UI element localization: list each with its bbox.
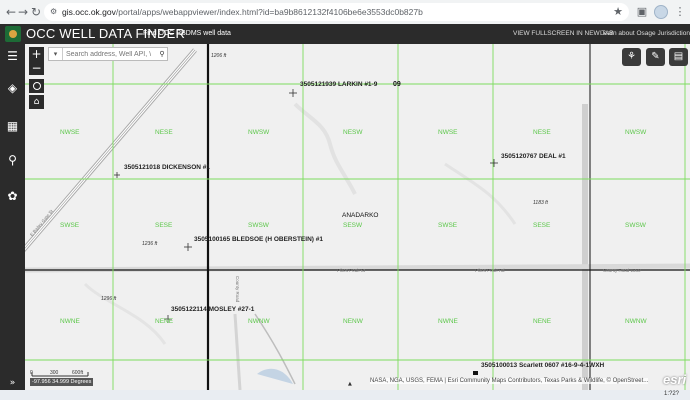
browser-toolbar: ← → ↻ ⚙ gis.occ.ok.gov/portal/apps/webap…	[0, 0, 690, 25]
scale-label: 300	[50, 370, 59, 376]
qq-label: NESE	[155, 129, 173, 136]
road-label: Pikes Peak Rd	[475, 268, 505, 273]
qq-label: NENE	[533, 318, 552, 325]
extensions-icon[interactable]: ▣	[634, 4, 650, 20]
qq-label: NWSE	[438, 129, 458, 136]
elevation-label: 1183 ft	[533, 200, 548, 206]
well-label[interactable]: 3505121018 DICKENSON #1	[124, 164, 210, 171]
qq-label: SESW	[343, 222, 363, 229]
qq-label: SESE	[155, 222, 173, 229]
os-taskbar: 1:?2?	[0, 390, 690, 400]
widget-sidebar: ☰ ◈ ▦ ⚲ ✿ »	[0, 44, 25, 400]
section-number: 09	[393, 81, 401, 88]
search-source-dropdown-icon[interactable]: ▾	[49, 48, 63, 60]
profile-avatar[interactable]	[654, 5, 668, 19]
my-location-button[interactable]	[29, 79, 44, 93]
well-tool-icon[interactable]: ⚲	[4, 152, 21, 169]
qq-label: SWSW	[625, 222, 646, 229]
zoom-in-button[interactable]: +	[29, 47, 44, 61]
road-label: County Road	[235, 276, 240, 303]
reload-icon[interactable]: ↻	[28, 4, 44, 20]
qq-label: SWSW	[248, 222, 269, 229]
qq-label: SESE	[533, 222, 551, 229]
map-attribution[interactable]: NASA, NGA, USGS, FEMA | Esri Community M…	[370, 378, 649, 384]
well-label[interactable]: 3505100165 BLEDSOE (H OBERSTEIN) #1	[194, 236, 323, 243]
well-label[interactable]: 3505120767 DEAL #1	[501, 153, 566, 160]
qq-label: NWNE	[438, 318, 458, 325]
qq-label: SWSE	[438, 222, 458, 229]
app-subtitle-link[interactable]: Find OCC RBDMS well data	[143, 29, 231, 39]
elevation-label: 1236 ft	[142, 241, 158, 247]
qq-label: NESE	[533, 129, 551, 136]
list-icon[interactable]: ☰	[4, 48, 21, 65]
town-label: ANADARKO	[342, 212, 379, 219]
attribution-expand-icon[interactable]: ▲	[348, 381, 352, 387]
road-label: County Road 1360	[603, 268, 641, 273]
qq-label: NENW	[343, 318, 363, 325]
qq-label: NENE	[155, 318, 174, 325]
layers-icon[interactable]: ◈	[4, 80, 21, 97]
scale-label: 600ft	[72, 370, 84, 376]
search-icon[interactable]: ⚲	[157, 48, 167, 60]
grid-icon[interactable]: ▦	[4, 118, 21, 135]
search-input[interactable]	[63, 48, 157, 60]
elevation-label: 1296 ft	[101, 296, 117, 302]
zoom-out-button[interactable]: −	[29, 61, 44, 75]
elevation-label: 1206 ft	[211, 53, 227, 59]
zoom-control: + −	[29, 47, 44, 75]
url-path: /portal/apps/webappviewer/index.html?id=…	[115, 7, 423, 17]
well-label[interactable]: 3505121939 LARKIN #1-9	[300, 81, 377, 88]
taskbar-clock: 1:?2?	[664, 391, 680, 397]
qq-label: NWSW	[625, 129, 647, 136]
well-label[interactable]: 3505122114 MOSLEY #27-1	[171, 306, 254, 313]
fullscreen-link[interactable]: VIEW FULLSCREEN IN NEW TAB	[513, 29, 614, 39]
print-icon[interactable]: ▤	[669, 48, 688, 66]
occ-logo	[5, 26, 21, 42]
app-header: OCC WELL DATA FINDER Find OCC RBDMS well…	[0, 24, 690, 44]
site-info-icon[interactable]: ⚙	[50, 3, 57, 21]
qq-label: NWSW	[248, 129, 270, 136]
edit-pencil-icon[interactable]: ✎	[646, 48, 665, 66]
browser-menu-icon[interactable]: ⋮	[672, 4, 688, 20]
bookmark-star-icon[interactable]: ★	[610, 4, 626, 20]
osage-jurisdiction-link[interactable]: Learn about Osage Jurisdiction	[600, 29, 690, 39]
scale-label: 0	[30, 370, 33, 376]
qq-label: NWNW	[248, 318, 270, 325]
qq-label: NWNE	[60, 318, 80, 325]
basemap-tool-icon[interactable]: ⚘	[622, 48, 641, 66]
globe-icon[interactable]: ✿	[4, 188, 21, 205]
address-bar[interactable]: ⚙ gis.occ.ok.gov/portal/apps/webappviewe…	[44, 3, 629, 21]
well-label[interactable]: 3505100013 Scarlett 0607 #16-9-4-1WXH	[481, 362, 604, 369]
url-host: gis.occ.ok.gov	[62, 7, 116, 17]
road-label: Pikes Peak St	[337, 268, 366, 273]
qq-label: NESW	[343, 129, 363, 136]
coordinate-readout[interactable]: -97.956 34.999 Degrees	[30, 378, 94, 386]
search-widget: ▾ ⚲	[48, 47, 168, 61]
qq-label: NWNW	[625, 318, 647, 325]
qq-label: SWSE	[60, 222, 80, 229]
esri-logo: esri	[663, 372, 687, 387]
qq-label: NWSE	[60, 129, 80, 136]
default-extent-button[interactable]: ⌂	[29, 95, 44, 109]
map-view[interactable]: 3505121939 LARKIN #1-9 3505121018 DICKEN…	[25, 44, 690, 390]
